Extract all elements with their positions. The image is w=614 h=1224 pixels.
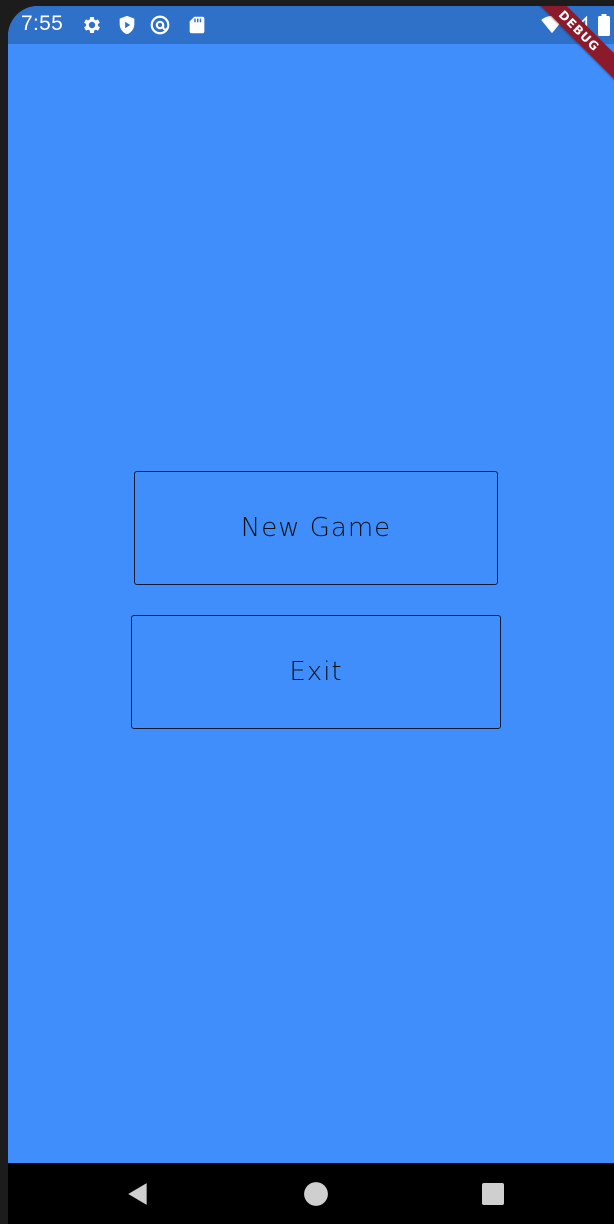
back-icon — [128, 1182, 147, 1205]
sdcard-icon — [189, 16, 205, 34]
app-screen: 7:55 DEBUG New Game Exit — [8, 6, 614, 1224]
recents-icon — [482, 1182, 504, 1205]
exit-button[interactable]: Exit — [131, 615, 501, 729]
battery-icon — [598, 14, 610, 36]
at-sync-icon — [150, 15, 170, 35]
navigation-bar — [8, 1163, 614, 1224]
gear-icon — [84, 17, 100, 33]
nav-recents-button[interactable] — [463, 1163, 523, 1224]
device-frame: 7:55 DEBUG New Game Exit — [0, 0, 614, 1224]
status-time: 7:55 — [21, 12, 64, 35]
nav-home-button[interactable] — [286, 1163, 346, 1224]
nav-back-button[interactable] — [108, 1163, 168, 1224]
shield-play-icon — [119, 15, 135, 35]
home-icon — [304, 1181, 328, 1206]
status-bar: 7:55 — [8, 6, 614, 44]
new-game-button[interactable]: New Game — [134, 471, 498, 585]
